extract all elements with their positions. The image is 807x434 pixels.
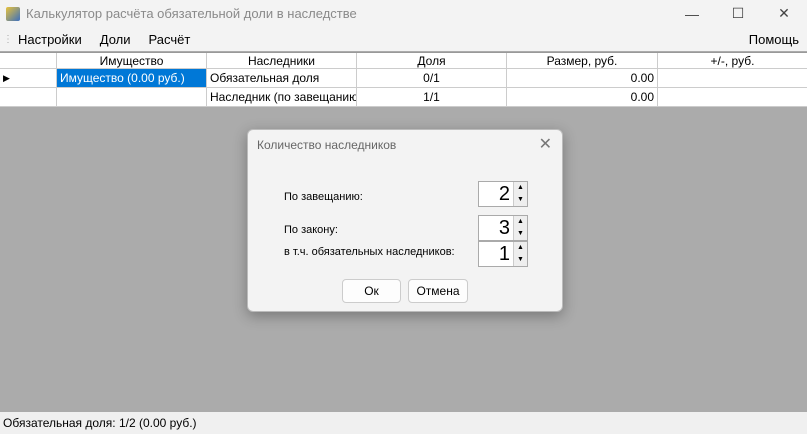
cell-property[interactable]: Имущество (0.00 руб.) [57,69,207,87]
menu-shares[interactable]: Доли [91,32,140,47]
current-row-icon: ▶ [0,69,57,87]
up-arrow-icon[interactable]: ▲ [514,242,527,254]
heirs-count-dialog: Количество наследников ✕ По завещанию: 2… [247,129,563,312]
up-arrow-icon[interactable]: ▲ [514,216,527,228]
cell-size[interactable]: 0.00 [507,69,658,87]
down-arrow-icon[interactable]: ▼ [514,194,527,206]
menu-bar: ⋮ Настройки Доли Расчёт Помощь [0,27,807,51]
cell-property[interactable] [57,88,207,106]
table-header: Имущество Наследники Доля Размер, руб. +… [0,52,807,69]
mandatory-heirs-value[interactable]: 1 [479,242,513,266]
cancel-button[interactable]: Отмена [408,279,468,303]
mandatory-heirs-label: в т.ч. обязательных наследников: [284,246,455,258]
cell-share[interactable]: 1/1 [357,88,507,106]
mandatory-heirs-stepper[interactable]: 1 ▲ ▼ [478,241,528,267]
menu-calculation[interactable]: Расчёт [140,32,200,47]
title-bar: Калькулятор расчёта обязательной доли в … [0,0,807,27]
table-row[interactable]: Наследник (по завещанию) 1/1 0.00 [0,88,807,107]
cell-heir[interactable]: Наследник (по завещанию) [207,88,357,106]
dialog-title: Количество наследников [257,138,397,152]
header-heirs[interactable]: Наследники [207,53,357,68]
by-law-stepper[interactable]: 3 ▲ ▼ [478,215,528,241]
up-arrow-icon[interactable]: ▲ [514,182,527,194]
by-will-stepper[interactable]: 2 ▲ ▼ [478,181,528,207]
header-share[interactable]: Доля [357,53,507,68]
cell-diff[interactable] [658,88,807,106]
row-selector [0,88,57,106]
by-law-value[interactable]: 3 [479,216,513,240]
by-will-value[interactable]: 2 [479,182,513,206]
header-diff[interactable]: +/-, руб. [658,53,807,68]
header-size[interactable]: Размер, руб. [507,53,658,68]
status-bar: Обязательная доля: 1/2 (0.00 руб.) [0,412,807,434]
header-property[interactable]: Имущество [57,53,207,68]
menu-help[interactable]: Помощь [749,32,799,47]
cell-diff[interactable] [658,69,807,87]
minimize-button[interactable]: — [669,0,715,27]
ok-button[interactable]: Ок [342,279,401,303]
dialog-close-button[interactable]: ✕ [539,134,552,154]
menu-settings[interactable]: Настройки [9,32,91,47]
data-grid: Имущество Наследники Доля Размер, руб. +… [0,52,807,107]
header-row-selector [0,53,57,68]
by-law-label: По закону: [284,224,338,236]
down-arrow-icon[interactable]: ▼ [514,228,527,240]
cell-share[interactable]: 0/1 [357,69,507,87]
table-row[interactable]: ▶ Имущество (0.00 руб.) Обязательная дол… [0,69,807,88]
down-arrow-icon[interactable]: ▼ [514,254,527,266]
window-title: Калькулятор расчёта обязательной доли в … [26,6,357,21]
cell-heir[interactable]: Обязательная доля [207,69,357,87]
maximize-button[interactable]: ☐ [715,0,761,27]
close-button[interactable]: ✕ [761,0,807,27]
app-icon [6,6,20,21]
by-will-label: По завещанию: [284,191,363,203]
cell-size[interactable]: 0.00 [507,88,658,106]
